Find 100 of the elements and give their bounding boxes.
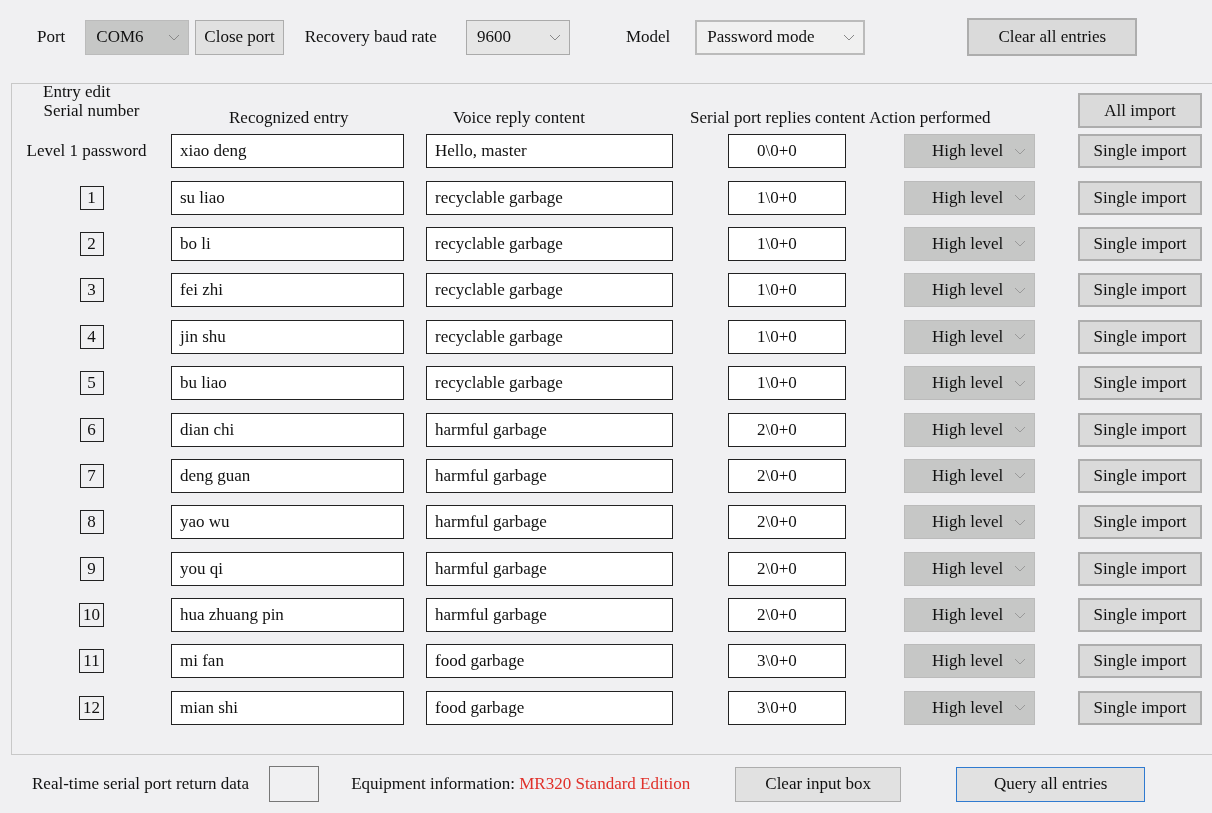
- single-import-button[interactable]: Single import: [1078, 690, 1202, 725]
- reply-field[interactable]: harmful garbage: [426, 598, 673, 633]
- serial-number: 4: [79, 324, 104, 349]
- serial-number: 2: [79, 231, 104, 256]
- single-import-button[interactable]: Single import: [1078, 226, 1202, 261]
- chevron-icon: [1014, 194, 1026, 202]
- chevron-icon: [1014, 286, 1026, 294]
- chevron-icon: [1014, 426, 1026, 434]
- baud-rate-dropdown[interactable]: 9600: [465, 19, 570, 55]
- single-import-button[interactable]: Single import: [1078, 180, 1202, 215]
- port-reply-field[interactable]: 2\0+0: [728, 458, 846, 493]
- entry-field[interactable]: deng guan: [171, 458, 404, 493]
- reply-field[interactable]: recyclable garbage: [426, 180, 673, 215]
- entry-field[interactable]: hua zhuang pin: [171, 598, 404, 633]
- column-header: Voice reply content: [453, 108, 585, 128]
- serial-number: 8: [79, 510, 104, 535]
- all-import-button[interactable]: All import: [1078, 93, 1202, 128]
- model-label: Model: [625, 27, 671, 47]
- reply-field[interactable]: Hello, master: [426, 134, 673, 169]
- chevron-icon: [1014, 611, 1026, 619]
- serial-number: 7: [79, 463, 104, 488]
- serial-number: 9: [79, 556, 104, 581]
- column-header: Serial port replies content: [690, 108, 866, 128]
- serial-number: 1: [79, 185, 104, 210]
- port-reply-field[interactable]: 0\0+0: [728, 134, 846, 169]
- column-header: Action performed: [869, 108, 991, 128]
- port-reply-field[interactable]: 2\0+0: [728, 412, 846, 447]
- model-dropdown[interactable]: Password mode: [695, 19, 866, 55]
- single-import-button[interactable]: Single import: [1078, 598, 1202, 633]
- column-header: Recognized entry: [229, 108, 349, 128]
- clear-input-button[interactable]: Clear input box: [735, 766, 902, 802]
- port-reply-field[interactable]: 1\0+0: [728, 226, 846, 261]
- entry-field[interactable]: you qi: [171, 551, 404, 586]
- port-reply-field[interactable]: 1\0+0: [728, 273, 846, 308]
- reply-field[interactable]: recyclable garbage: [426, 226, 673, 261]
- serial-number: 5: [79, 371, 104, 396]
- single-import-button[interactable]: Single import: [1078, 551, 1202, 586]
- port-label: Port: [37, 27, 66, 47]
- entry-field[interactable]: su liao: [171, 180, 404, 215]
- chevron-icon: [1014, 333, 1026, 341]
- serial-number: 3: [79, 278, 104, 303]
- entry-field[interactable]: mi fan: [171, 644, 404, 679]
- port-reply-field[interactable]: 2\0+0: [728, 598, 846, 633]
- port-reply-field[interactable]: 3\0+0: [728, 644, 846, 679]
- single-import-button[interactable]: Single import: [1078, 134, 1202, 169]
- entry-field[interactable]: bu liao: [171, 366, 404, 401]
- single-import-button[interactable]: Single import: [1078, 412, 1202, 447]
- port-reply-field[interactable]: 1\0+0: [728, 319, 846, 354]
- group-title: Entry edit: [43, 82, 111, 102]
- entry-field[interactable]: mian shi: [171, 690, 404, 725]
- serial-number: 10: [79, 603, 104, 628]
- realtime-label: Real-time serial port return data: [32, 774, 250, 794]
- entry-field[interactable]: xiao deng: [171, 134, 404, 169]
- chevron-icon: [548, 33, 561, 41]
- reply-field[interactable]: recyclable garbage: [426, 366, 673, 401]
- port-reply-field[interactable]: 2\0+0: [728, 551, 846, 586]
- close-port-button[interactable]: Close port: [195, 19, 284, 55]
- single-import-button[interactable]: Single import: [1078, 319, 1202, 354]
- chevron-icon: [1014, 147, 1026, 155]
- serial-number: 12: [79, 695, 104, 720]
- return-data-field[interactable]: [269, 766, 320, 802]
- single-import-button[interactable]: Single import: [1078, 505, 1202, 540]
- single-import-button[interactable]: Single import: [1078, 273, 1202, 308]
- chevron-icon: [1014, 518, 1026, 526]
- chevron-icon: [168, 33, 181, 41]
- entry-field[interactable]: bo li: [171, 226, 404, 261]
- equipment-info: Equipment information: MR320 Standard Edition: [351, 774, 691, 794]
- serial-number: 11: [79, 649, 104, 674]
- query-all-button[interactable]: Query all entries: [956, 766, 1146, 802]
- port-reply-field[interactable]: 1\0+0: [728, 366, 846, 401]
- chevron-icon: [1014, 565, 1026, 573]
- clear-all-button[interactable]: Clear all entries: [967, 18, 1138, 56]
- single-import-button[interactable]: Single import: [1078, 644, 1202, 679]
- reply-field[interactable]: harmful garbage: [426, 412, 673, 447]
- chevron-icon: [1014, 704, 1026, 712]
- entry-field[interactable]: fei zhi: [171, 273, 404, 308]
- serial-number: 6: [79, 417, 104, 442]
- single-import-button[interactable]: Single import: [1078, 366, 1202, 401]
- column-header: Serial number: [42, 100, 141, 121]
- reply-field[interactable]: food garbage: [426, 690, 673, 725]
- entry-field[interactable]: yao wu: [171, 505, 404, 540]
- port-reply-field[interactable]: 1\0+0: [728, 180, 846, 215]
- reply-field[interactable]: harmful garbage: [426, 458, 673, 493]
- port-reply-field[interactable]: 2\0+0: [728, 505, 846, 540]
- baud-rate-label: Recovery baud rate: [304, 27, 437, 47]
- port-reply-field[interactable]: 3\0+0: [728, 690, 846, 725]
- reply-field[interactable]: recyclable garbage: [426, 273, 673, 308]
- reply-field[interactable]: recyclable garbage: [426, 319, 673, 354]
- chevron-icon: [1014, 658, 1026, 665]
- chevron-icon: [1014, 379, 1026, 387]
- reply-field[interactable]: food garbage: [426, 644, 673, 679]
- chevron-icon: [1014, 240, 1026, 248]
- reply-field[interactable]: harmful garbage: [426, 551, 673, 586]
- chevron-icon: [1014, 472, 1026, 480]
- entry-field[interactable]: dian chi: [171, 412, 404, 447]
- single-import-button[interactable]: Single import: [1078, 458, 1202, 493]
- chevron-icon: [843, 33, 856, 41]
- serial-label: Level 1 password: [26, 141, 147, 162]
- entry-field[interactable]: jin shu: [171, 319, 404, 354]
- reply-field[interactable]: harmful garbage: [426, 505, 673, 540]
